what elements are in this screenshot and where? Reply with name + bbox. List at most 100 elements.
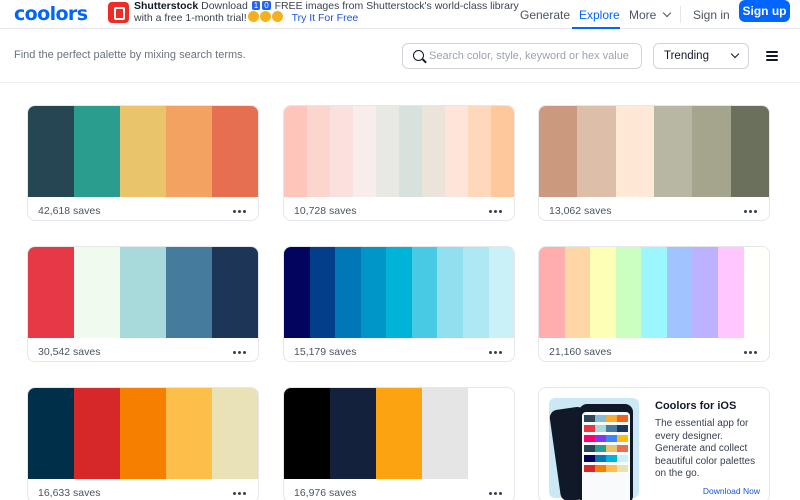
coolors-logo[interactable]: coolors	[14, 3, 88, 25]
color-swatch[interactable]	[422, 388, 468, 479]
palette-swatches[interactable]	[284, 106, 514, 197]
more-options-icon[interactable]	[489, 492, 503, 496]
palette-swatches[interactable]	[28, 106, 258, 197]
color-swatch[interactable]	[74, 388, 120, 479]
color-swatch[interactable]	[307, 106, 330, 197]
more-options-icon[interactable]	[489, 210, 503, 214]
color-swatch[interactable]	[284, 106, 307, 197]
color-swatch[interactable]	[437, 247, 463, 338]
color-swatch[interactable]	[577, 106, 616, 197]
color-swatch[interactable]	[590, 247, 616, 338]
color-swatch[interactable]	[743, 247, 769, 338]
color-swatch[interactable]	[28, 247, 74, 338]
color-swatch[interactable]	[386, 247, 412, 338]
color-swatch[interactable]	[692, 247, 718, 338]
party-emoji-icon	[247, 11, 259, 22]
color-swatch[interactable]	[166, 247, 212, 338]
ad-trial-text: with a free 1-month trial!	[134, 12, 247, 24]
color-swatch[interactable]	[376, 106, 399, 197]
palette-swatches[interactable]	[28, 247, 258, 338]
more-options-icon[interactable]	[744, 351, 758, 355]
palette-swatches[interactable]	[284, 247, 514, 338]
color-swatch[interactable]	[330, 106, 353, 197]
color-swatch[interactable]	[212, 106, 258, 197]
color-swatch[interactable]	[376, 388, 422, 479]
hamburger-menu-icon[interactable]	[766, 51, 778, 61]
color-swatch[interactable]	[28, 388, 74, 479]
nav-generate[interactable]: Generate	[520, 0, 570, 29]
palette-card[interactable]: 10,728 saves	[283, 105, 515, 221]
palette-card[interactable]: 16,633 saves	[27, 387, 259, 500]
color-swatch[interactable]	[666, 247, 693, 338]
more-options-icon[interactable]	[233, 492, 247, 496]
color-swatch[interactable]	[74, 247, 120, 338]
nav-explore[interactable]: Explore	[579, 0, 620, 29]
color-swatch[interactable]	[468, 388, 514, 479]
phone-screen	[582, 412, 630, 500]
color-swatch[interactable]	[468, 106, 491, 197]
color-swatch[interactable]	[330, 388, 376, 479]
color-swatch[interactable]	[653, 106, 693, 197]
color-swatch[interactable]	[445, 106, 468, 197]
ad-cta-link[interactable]: Try It For Free	[292, 12, 359, 24]
color-swatch[interactable]	[615, 106, 654, 197]
color-swatch[interactable]	[309, 247, 336, 338]
color-swatch[interactable]	[120, 388, 166, 479]
color-swatch[interactable]	[717, 247, 744, 338]
color-swatch[interactable]	[360, 247, 387, 338]
color-swatch[interactable]	[212, 247, 258, 338]
color-swatch[interactable]	[284, 388, 330, 479]
color-swatch[interactable]	[411, 247, 438, 338]
palette-card[interactable]: 16,976 saves	[283, 387, 515, 500]
search-input[interactable]	[429, 47, 637, 65]
color-swatch[interactable]	[539, 247, 565, 338]
color-swatch[interactable]	[120, 106, 166, 197]
color-swatch[interactable]	[399, 106, 422, 197]
search-box[interactable]	[402, 43, 642, 69]
color-swatch[interactable]	[353, 106, 376, 197]
more-options-icon[interactable]	[489, 351, 503, 355]
color-swatch[interactable]	[422, 106, 445, 197]
palette-card[interactable]: 21,160 saves	[538, 246, 770, 362]
color-swatch[interactable]	[28, 106, 74, 197]
more-options-icon[interactable]	[744, 210, 758, 214]
download-now-link[interactable]: Download Now	[703, 486, 760, 496]
color-swatch[interactable]	[74, 106, 120, 197]
color-swatch[interactable]	[730, 106, 769, 197]
search-hint: Find the perfect palette by mixing searc…	[14, 49, 246, 61]
color-swatch[interactable]	[491, 106, 514, 197]
palette-swatches[interactable]	[539, 106, 769, 197]
palette-card[interactable]: 30,542 saves	[27, 246, 259, 362]
shutterstock-ad[interactable]: Shutterstock Download 10 FREE images fro…	[108, 0, 519, 28]
color-swatch[interactable]	[284, 247, 310, 338]
color-swatch[interactable]	[166, 106, 212, 197]
color-swatch[interactable]	[692, 106, 731, 197]
color-swatch[interactable]	[615, 247, 642, 338]
nav-more-menu[interactable]: More	[629, 0, 672, 29]
color-swatch[interactable]	[641, 247, 667, 338]
palette-swatches[interactable]	[539, 247, 769, 338]
color-swatch[interactable]	[564, 247, 591, 338]
palette-swatches[interactable]	[28, 388, 258, 479]
chevron-down-icon	[663, 8, 672, 17]
signin-link[interactable]: Sign in	[693, 0, 730, 29]
filter-bar: Find the perfect palette by mixing searc…	[0, 30, 800, 83]
color-swatch[interactable]	[166, 388, 212, 479]
color-swatch[interactable]	[120, 247, 166, 338]
color-swatch[interactable]	[212, 388, 258, 479]
sort-dropdown[interactable]: Trending	[653, 43, 749, 69]
color-swatch[interactable]	[488, 247, 514, 338]
color-swatch[interactable]	[462, 247, 489, 338]
top-navigation-bar: coolors Shutterstock Download 10 FREE im…	[0, 0, 800, 29]
palette-swatches[interactable]	[284, 388, 514, 479]
palette-card[interactable]: 13,062 saves	[538, 105, 770, 221]
color-swatch[interactable]	[335, 247, 361, 338]
more-options-icon[interactable]	[233, 210, 247, 214]
palette-saves: 15,179 saves	[294, 346, 357, 358]
more-options-icon[interactable]	[233, 351, 247, 355]
palette-card[interactable]: 42,618 saves	[27, 105, 259, 221]
ios-app-promo[interactable]: Coolors for iOS The essential app for ev…	[538, 387, 770, 500]
signup-button[interactable]: Sign up	[739, 0, 790, 22]
palette-card[interactable]: 15,179 saves	[283, 246, 515, 362]
color-swatch[interactable]	[539, 106, 578, 197]
